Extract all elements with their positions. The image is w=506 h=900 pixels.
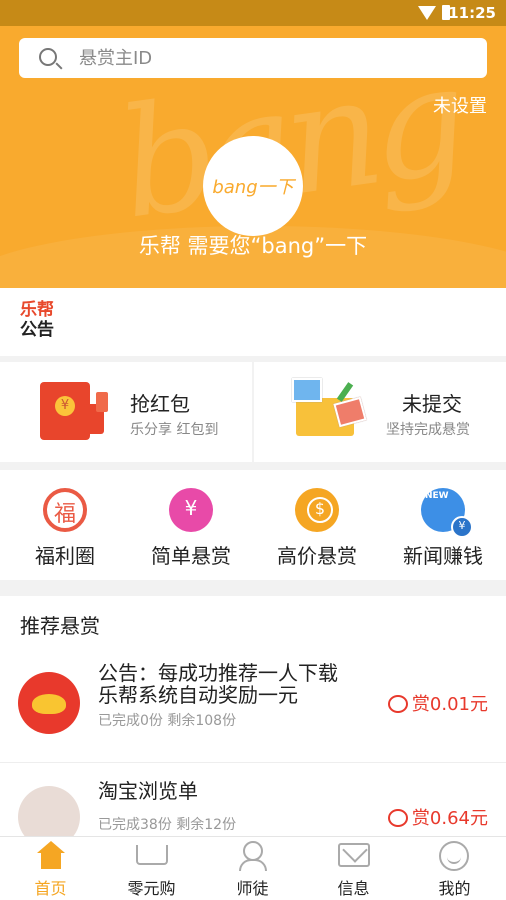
task-title: 公告：每成功推荐一人下载乐帮系统自动奖励一元 <box>98 661 338 707</box>
money-bag-icon <box>169 488 213 532</box>
category-grid: 福利圈 简单悬赏 高价悬赏 新闻赚钱 <box>0 470 506 580</box>
recommended-section: 推荐悬赏 公告：每成功推荐一人下载乐帮系统自动奖励一元 已完成0份 剩余108份… <box>0 596 506 836</box>
setting-link[interactable]: 未设置 <box>433 92 487 118</box>
tab-label: 我的 <box>438 879 471 898</box>
tab-profile[interactable]: 我的 <box>404 837 505 900</box>
tab-label: 信息 <box>337 879 370 898</box>
task-item[interactable]: 公告：每成功推荐一人下载乐帮系统自动奖励一元 已完成0份 剩余108份 赏0.0… <box>0 652 506 760</box>
photo-icon <box>292 378 322 402</box>
news-icon <box>421 488 473 538</box>
task-meta: 已完成0份 剩余108份 <box>98 713 237 729</box>
promo-subtitle: 坚持完成悬赏 <box>386 422 470 438</box>
wifi-icon <box>418 6 436 20</box>
notice-badge-line2: 公告 <box>20 320 54 340</box>
search-icon <box>39 48 57 66</box>
user-photo-thumbnail <box>18 786 80 836</box>
tab-messages[interactable]: 信息 <box>303 837 404 900</box>
app-logo: bang一下 <box>203 136 303 236</box>
piggy-bank-icon <box>387 809 408 827</box>
users-icon <box>237 841 269 871</box>
cart-icon <box>136 845 168 865</box>
task-reward: 赏0.64元 <box>387 804 488 830</box>
task-title: 淘宝浏览单 <box>98 779 198 803</box>
status-bar: 11:25 <box>0 0 506 26</box>
tab-home[interactable]: 首页 <box>0 837 101 900</box>
task-reward-amount: 赏0.64元 <box>411 808 488 829</box>
tab-label: 首页 <box>34 879 67 898</box>
notice-badge-line1: 乐帮 <box>20 300 54 320</box>
category-news-earn[interactable]: 新闻赚钱 <box>380 470 506 580</box>
coin-stack-icon <box>295 488 339 532</box>
promo-title: 未提交 <box>402 392 462 416</box>
search-bar[interactable] <box>19 38 487 78</box>
home-icon <box>35 841 67 871</box>
section-title: 推荐悬赏 <box>20 614 100 638</box>
category-simple-reward[interactable]: 简单悬赏 <box>128 470 254 580</box>
category-welfare[interactable]: 福利圈 <box>2 470 128 580</box>
red-packet-mini-icon <box>96 392 108 412</box>
task-reward: 赏0.01元 <box>387 690 488 716</box>
hero-banner: bang 未设置 bang一下 乐帮 需要您“bang”一下 <box>0 26 506 288</box>
promo-red-packet[interactable]: 抢红包 乐分享 红包到 <box>0 362 252 462</box>
fu-icon <box>43 488 87 532</box>
tab-label: 师徒 <box>236 879 269 898</box>
piggy-bank-icon <box>387 695 408 713</box>
promo-subtitle: 乐分享 红包到 <box>130 422 219 438</box>
notice-badge: 乐帮 公告 <box>20 300 60 340</box>
status-time: 11:25 <box>448 4 496 22</box>
category-label: 简单悬赏 <box>151 544 231 568</box>
profile-icon <box>439 841 469 871</box>
tab-mentor[interactable]: 师徒 <box>202 837 303 900</box>
search-input[interactable] <box>79 45 469 71</box>
promo-title: 抢红包 <box>130 392 190 416</box>
bottom-tab-bar: 首页 零元购 师徒 信息 我的 <box>0 836 506 900</box>
notice-bar[interactable]: 乐帮 公告 <box>0 288 506 356</box>
tab-label: 零元购 <box>127 879 176 898</box>
gold-ingot-thumbnail <box>18 672 80 734</box>
category-high-reward[interactable]: 高价悬赏 <box>254 470 380 580</box>
category-label: 新闻赚钱 <box>403 544 483 568</box>
promo-unsubmitted[interactable]: 未提交 坚持完成悬赏 <box>254 362 506 462</box>
task-reward-amount: 赏0.01元 <box>411 694 488 715</box>
red-packet-icon <box>40 382 90 440</box>
task-item[interactable]: 淘宝浏览单 已完成38份 剩余12份 赏0.64元 <box>0 766 506 836</box>
category-label: 高价悬赏 <box>277 544 357 568</box>
tab-zero-buy[interactable]: 零元购 <box>101 837 202 900</box>
category-label: 福利圈 <box>35 544 95 568</box>
mail-icon <box>338 843 370 867</box>
hero-slogan: 乐帮 需要您“bang”一下 <box>138 234 368 258</box>
task-meta: 已完成38份 剩余12份 <box>98 817 237 833</box>
divider <box>0 762 506 763</box>
